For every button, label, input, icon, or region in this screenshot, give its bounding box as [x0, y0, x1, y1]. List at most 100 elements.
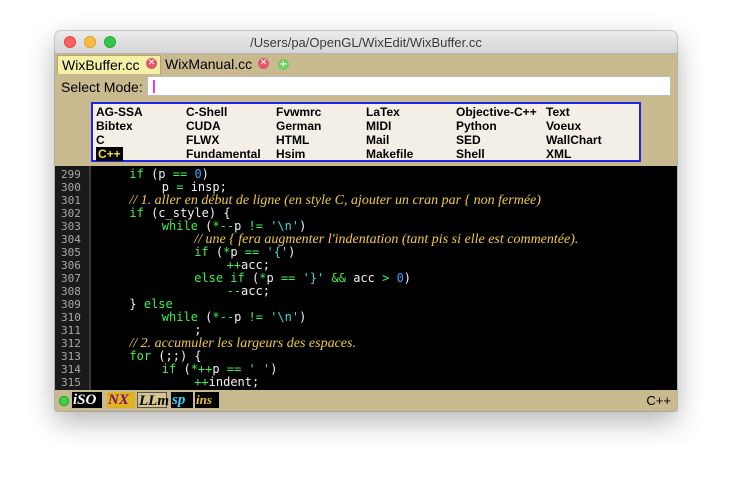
wrap-mode-badge[interactable]: LLm: [137, 392, 169, 409]
mode-item[interactable]: Text: [546, 105, 602, 119]
tab-close-icon[interactable]: ✕: [258, 58, 269, 69]
mode-item[interactable]: HTML: [276, 133, 321, 147]
spaces-badge[interactable]: sp: [171, 392, 193, 408]
code-token: ): [403, 271, 412, 285]
title-bar[interactable]: /Users/pa/OpenGL/WixEdit/WixBuffer.cc: [55, 31, 677, 54]
mode-list: AG-SSA Bibtex C C++ C-Shell CUDA FLWX Fundament…: [91, 102, 641, 162]
code-token: ++: [194, 375, 209, 389]
code-token: p: [161, 180, 177, 194]
code-line[interactable]: 313 for (;;) {: [55, 350, 677, 364]
mode-item[interactable]: Fundamental: [186, 147, 261, 161]
code-token: '\n': [270, 219, 300, 233]
mode-item-selected[interactable]: C++: [96, 147, 123, 161]
code-token: if: [129, 167, 144, 181]
mode-item[interactable]: C-Shell: [186, 105, 261, 119]
code-token: ++: [226, 258, 242, 272]
encoding-badge[interactable]: iSO: [72, 392, 102, 408]
line-ending-badge[interactable]: NX: [107, 392, 135, 408]
mode-column: AG-SSA Bibtex C C++: [96, 105, 143, 161]
mode-item[interactable]: WallChart: [546, 133, 602, 147]
mode-item[interactable]: Makefile: [366, 147, 413, 161]
tab-label: WixManual.cc: [165, 56, 253, 72]
code-token: *++: [190, 362, 213, 376]
mode-column: Fvwmrc German HTML Hsim: [276, 105, 321, 161]
mode-item[interactable]: Mail: [366, 133, 413, 147]
line-number: 305: [61, 246, 81, 259]
code-token: (p: [143, 167, 173, 181]
code-token: if: [161, 362, 177, 376]
code-token: if: [194, 245, 209, 259]
code-token: indent;: [208, 375, 260, 389]
select-mode-label: Select Mode:: [61, 79, 143, 95]
code-line[interactable]: 310 while (*--p != '\n'): [55, 311, 677, 325]
code-token: ;: [194, 323, 202, 337]
mode-item[interactable]: Hsim: [276, 147, 321, 161]
mode-item[interactable]: Python: [456, 119, 537, 133]
line-number: 304: [61, 233, 81, 246]
tab-bar: WixBuffer.cc ✕ WixManual.cc ✕ +: [55, 54, 677, 74]
mode-item[interactable]: Bibtex: [96, 119, 143, 133]
code-token: 0: [396, 271, 404, 285]
mode-bar: Select Mode:: [55, 74, 677, 100]
code-token: acc: [345, 271, 383, 285]
mode-item[interactable]: German: [276, 119, 321, 133]
code-line[interactable]: 299 if (p == 0): [55, 167, 677, 182]
mode-item[interactable]: SED: [456, 133, 537, 147]
code-token: ): [288, 245, 296, 259]
language-status[interactable]: C++: [646, 393, 671, 408]
mode-item[interactable]: CUDA: [186, 119, 261, 133]
code-token: else if: [194, 271, 245, 285]
code-token: ): [299, 310, 307, 324]
line-number: 302: [61, 207, 81, 220]
insert-mode-badge[interactable]: ins: [195, 392, 219, 408]
status-indicator-icon: [59, 396, 69, 406]
mode-column: LaTex MIDI Mail Makefile: [366, 105, 413, 161]
code-line[interactable]: 314 if (*++p == ' '): [55, 362, 677, 377]
mode-item[interactable]: MIDI: [366, 119, 413, 133]
code-line[interactable]: 307 else if (*p == '}' && acc > 0): [55, 271, 677, 286]
mode-item[interactable]: C++: [96, 147, 143, 161]
mode-column: Text Voeux WallChart XML: [546, 105, 602, 161]
editor-window: /Users/pa/OpenGL/WixEdit/WixBuffer.cc Wi…: [55, 31, 677, 411]
code-token: insp;: [183, 180, 227, 194]
code-token: ==: [172, 167, 188, 181]
mode-item[interactable]: Objective-C++: [456, 105, 537, 119]
mode-input[interactable]: [147, 76, 671, 96]
mode-item[interactable]: LaTex: [366, 105, 413, 119]
mode-item[interactable]: XML: [546, 147, 602, 161]
mode-item[interactable]: Shell: [456, 147, 537, 161]
code-token: !=: [248, 219, 263, 233]
code-editor[interactable]: 299 if (p == 0) 300 p = insp; 301// 1. aller…: [55, 166, 677, 390]
tab-close-icon[interactable]: ✕: [146, 58, 157, 69]
code-token: else: [143, 297, 173, 311]
mode-item[interactable]: Fvwmrc: [276, 105, 321, 119]
code-line[interactable]: 302 if (c_style) {: [55, 207, 677, 221]
mode-item[interactable]: C: [96, 133, 143, 147]
code-line[interactable]: 309} else: [55, 297, 677, 312]
code-line[interactable]: 315 ++indent;: [55, 376, 677, 390]
code-token: 0: [194, 167, 202, 181]
add-tab-icon[interactable]: +: [278, 59, 289, 70]
line-number: 313: [61, 350, 81, 363]
code-token: ==: [244, 245, 260, 259]
mode-item[interactable]: Voeux: [546, 119, 602, 133]
code-token: '{': [266, 245, 289, 259]
code-text: while (*--p != '\n'): [162, 311, 307, 324]
mode-item[interactable]: FLWX: [186, 133, 261, 147]
line-number: 309: [61, 298, 81, 311]
code-line[interactable]: 305 if (*p == '{'): [55, 245, 677, 260]
line-number: 307: [61, 272, 81, 285]
code-token: '}': [302, 271, 325, 285]
mode-item[interactable]: AG-SSA: [96, 105, 143, 119]
code-token: (: [197, 219, 213, 233]
code-text: ++indent;: [194, 376, 259, 389]
code-token: p: [266, 271, 281, 285]
tab-wixmanual[interactable]: WixManual.cc: [161, 55, 263, 74]
line-number: 300: [61, 181, 81, 194]
line-number: 306: [61, 259, 81, 272]
code-line[interactable]: 304// une { fera augmenter l'indentation…: [55, 233, 677, 247]
code-token: ==: [280, 271, 296, 285]
text-caret: [153, 80, 155, 93]
